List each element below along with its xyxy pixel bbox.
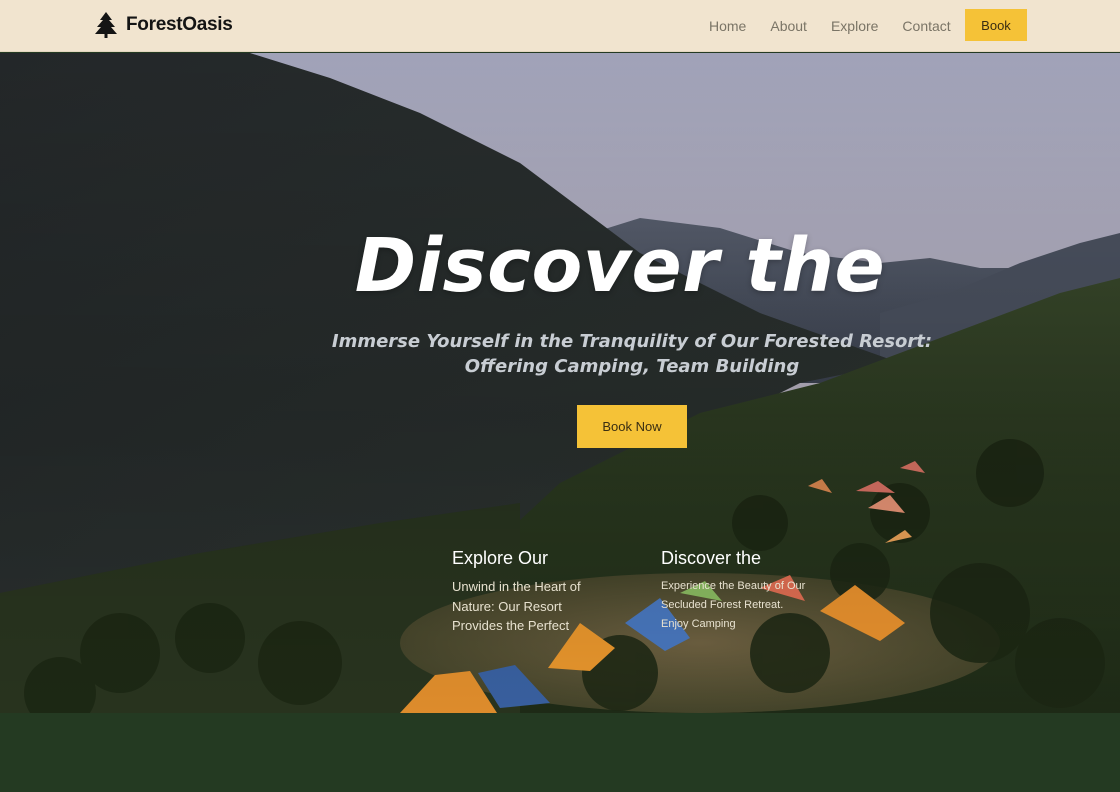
feature-line: Secluded Forest Retreat. <box>661 599 784 611</box>
feature-explore: Explore Our Unwind in the Heart of Natur… <box>452 548 622 636</box>
tree-icon <box>95 12 117 38</box>
nav-link-contact[interactable]: Contact <box>902 18 950 34</box>
feature-line: Experience the Beauty of Our <box>661 580 806 592</box>
feature-description: Experience the Beauty of Our Secluded Fo… <box>661 577 831 634</box>
feature-line: Enjoy Camping <box>661 618 736 630</box>
nav-links: Home About Explore Contact <box>709 0 975 52</box>
top-navbar: ForestOasis Home About Explore Contact B… <box>0 0 1120 52</box>
dark-green-section <box>0 713 1120 792</box>
feature-title: Explore Our <box>452 548 549 568</box>
feature-description: Unwind in the Heart of Nature: Our Resor… <box>452 577 622 636</box>
feature-discover: Discover the Experience the Beauty of Ou… <box>661 548 831 634</box>
brand-name: ForestOasis <box>126 14 233 35</box>
book-now-button[interactable]: Book Now <box>577 405 687 448</box>
feature-line: Unwind in the Heart of <box>452 579 581 594</box>
feature-line: Nature: Our Resort <box>452 598 562 614</box>
nav-book-button[interactable]: Book <box>965 9 1027 41</box>
feature-line: Provides the Perfect <box>452 618 570 633</box>
feature-title: Discover the <box>661 548 762 568</box>
nav-link-explore[interactable]: Explore <box>831 18 878 34</box>
nav-link-about[interactable]: About <box>770 18 807 34</box>
hero-section: Discover the Immerse Yourself in the Tra… <box>0 53 1120 713</box>
hero-subtitle-line: Offering Camping, Team Building <box>464 356 800 377</box>
nav-link-home[interactable]: Home <box>709 18 746 34</box>
hero-title: Discover the <box>354 223 886 309</box>
hero-subtitle: Immerse Yourself in the Tranquility of O… <box>330 329 934 379</box>
hero-subtitle-line: Immerse Yourself in the Tranquility of O… <box>331 331 933 352</box>
brand-logo-link[interactable]: ForestOasis <box>95 12 233 38</box>
